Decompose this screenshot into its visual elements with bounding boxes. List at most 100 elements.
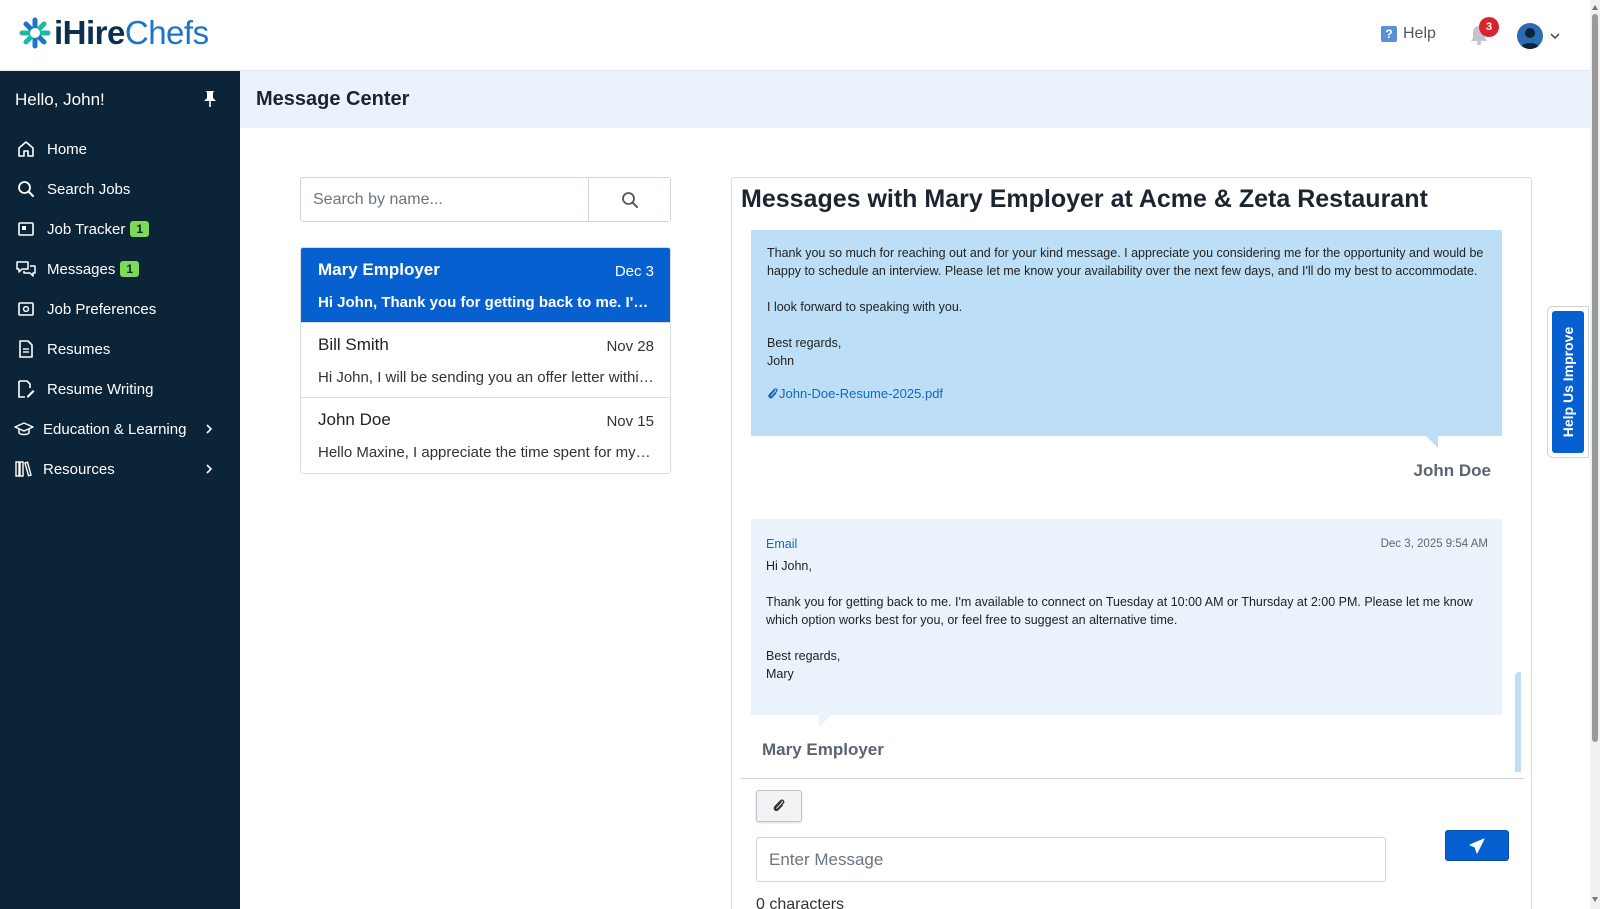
conversation-list: Mary Employer Dec 3 Hi John, Thank you f…: [300, 247, 671, 474]
paperclip-icon: [773, 799, 785, 812]
document-icon: [16, 339, 36, 359]
scroll-down-arrow-icon[interactable]: [1592, 897, 1598, 902]
message-thread-panel: Messages with Mary Employer at Acme & Ze…: [731, 177, 1532, 909]
message-sender: Mary Employer: [762, 740, 884, 759]
message-signature: Mary: [766, 667, 794, 681]
conversation-search: [300, 177, 671, 222]
sidebar-item-messages[interactable]: Messages 1: [0, 249, 240, 289]
sidebar-item-label: Resumes: [47, 340, 111, 358]
help-us-improve-label: Help Us Improve: [1560, 326, 1577, 438]
logo-asterisk-icon: [19, 17, 51, 49]
conversation-preview: Hi John, Thank you for getting back to m…: [318, 294, 654, 311]
sidebar-item-education-learning[interactable]: Education & Learning: [0, 409, 240, 449]
scroll-up-arrow-icon[interactable]: [1592, 5, 1598, 10]
page-scrollbar-thumb[interactable]: [1592, 14, 1598, 742]
message-channel-label: Email: [766, 537, 798, 551]
notification-count-badge: 3: [1479, 17, 1499, 37]
search-icon: [16, 179, 36, 199]
user-avatar[interactable]: [1517, 23, 1543, 49]
job-tracker-count-badge: 1: [130, 221, 150, 237]
conversation-item-mary-employer[interactable]: Mary Employer Dec 3 Hi John, Thank you f…: [301, 248, 670, 323]
page-title-bar: Message Center: [240, 71, 1590, 128]
help-link[interactable]: ? Help: [1381, 25, 1436, 43]
message-timestamp: Dec 3, 2025 9:54 AM: [1380, 538, 1488, 550]
graduation-cap-icon: [14, 419, 34, 439]
attachment-link[interactable]: John-Doe-Resume-2025.pdf: [767, 385, 1486, 403]
sidebar-item-label: Resume Writing: [47, 380, 154, 398]
thread-title: Messages with Mary Employer at Acme & Ze…: [741, 185, 1428, 213]
sidebar-item-label: Job Preferences: [47, 300, 157, 318]
messages-count-badge: 1: [120, 261, 140, 277]
chat-icon: [16, 259, 36, 279]
sidebar-item-label: Resources: [43, 460, 115, 478]
sidebar-item-label: Job Tracker: [47, 220, 126, 238]
message-paragraph: Thank you for getting back to me. I'm av…: [766, 595, 1473, 627]
message-closing: Best regards,: [767, 336, 842, 350]
sidebar-item-label: Education & Learning: [43, 420, 187, 438]
help-label: Help: [1403, 25, 1436, 42]
message-input[interactable]: [756, 837, 1386, 882]
pin-icon[interactable]: [203, 90, 217, 108]
conversation-name: John Doe: [318, 410, 391, 429]
conversation-item-bill-smith[interactable]: Bill Smith Nov 28 Hi John, I will be sen…: [301, 323, 670, 398]
sidebar-item-search-jobs[interactable]: Search Jobs: [0, 169, 240, 209]
help-us-improve-inner: Help Us Improve: [1552, 311, 1584, 453]
sidebar: Hello, John! Home Search Jobs Job Tracke…: [0, 71, 240, 909]
sidebar-item-label: Search Jobs: [47, 180, 131, 198]
sidebar-item-label: Messages: [47, 260, 116, 278]
message-sender: John Doe: [1413, 461, 1491, 480]
message-thread[interactable]: Thank you so much for reaching out and f…: [741, 230, 1521, 772]
composer-divider: [741, 778, 1524, 779]
page-title: Message Center: [256, 88, 410, 110]
attach-file-button[interactable]: [756, 790, 802, 822]
conversation-date: Nov 28: [606, 338, 654, 355]
character-count: 0 characters: [756, 896, 845, 909]
sidebar-item-home[interactable]: Home: [0, 129, 240, 169]
ihirechefs-logo[interactable]: iHireChefs: [18, 14, 209, 52]
folder-icon: [16, 219, 36, 239]
books-icon: [14, 459, 34, 479]
greeting: Hello, John!: [15, 90, 105, 109]
conversation-preview: Hello Maxine, I appreciate the time spen…: [318, 444, 654, 461]
question-mark-icon: ?: [1381, 26, 1397, 42]
bubble-tail: [819, 715, 831, 727]
conversation-date: Dec 3: [614, 263, 654, 280]
message-signature: John: [767, 354, 795, 368]
message-salutation: Hi John,: [766, 559, 812, 573]
sidebar-item-job-tracker[interactable]: Job Tracker 1: [0, 209, 240, 249]
sidebar-item-resumes[interactable]: Resumes: [0, 329, 240, 369]
message-paragraph: I look forward to speaking with you.: [767, 300, 963, 314]
message-closing: Best regards,: [766, 649, 841, 663]
chevron-right-icon: [206, 424, 213, 434]
message-bubble-sent: Thank you so much for reaching out and f…: [751, 230, 1502, 448]
sidebar-item-job-preferences[interactable]: Job Preferences: [0, 289, 240, 329]
thread-scrollbar-thumb[interactable]: [1515, 672, 1521, 772]
search-button[interactable]: [588, 178, 670, 221]
edit-document-icon: [16, 379, 36, 399]
message-paragraph: Thank you so much for reaching out and f…: [767, 246, 1484, 278]
user-silhouette-icon: [1520, 28, 1540, 49]
help-us-improve-tab[interactable]: Help Us Improve: [1547, 306, 1589, 458]
search-input[interactable]: [301, 178, 588, 221]
conversation-name: Bill Smith: [318, 335, 389, 354]
paper-plane-icon: [1469, 838, 1485, 853]
page-scrollbar[interactable]: [1590, 0, 1600, 909]
sidebar-nav: Home Search Jobs Job Tracker 1 Messages …: [0, 129, 240, 489]
sidebar-item-resume-writing[interactable]: Resume Writing: [0, 369, 240, 409]
sidebar-item-resources[interactable]: Resources: [0, 449, 240, 489]
message-bubble-received: Email Dec 3, 2025 9:54 AM Hi John, Thank…: [751, 519, 1502, 727]
send-button[interactable]: [1445, 830, 1509, 861]
chevron-down-icon[interactable]: [1549, 30, 1561, 42]
bubble-tail: [1426, 436, 1438, 448]
conversation-date: Nov 15: [606, 413, 654, 430]
logo-text: iHireChefs: [54, 14, 209, 51]
sidebar-item-label: Home: [47, 140, 88, 158]
preferences-icon: [16, 299, 36, 319]
paperclip-icon: [768, 388, 778, 399]
conversation-preview: Hi John, I will be sending you an offer …: [318, 369, 654, 386]
chevron-right-icon: [206, 464, 213, 474]
top-header: iHireChefs ? Help 3: [0, 0, 1600, 71]
conversation-item-john-doe[interactable]: John Doe Nov 15 Hello Maxine, I apprecia…: [301, 398, 670, 473]
attachment-filename: John-Doe-Resume-2025.pdf: [779, 386, 944, 401]
conversation-name: Mary Employer: [318, 260, 440, 279]
